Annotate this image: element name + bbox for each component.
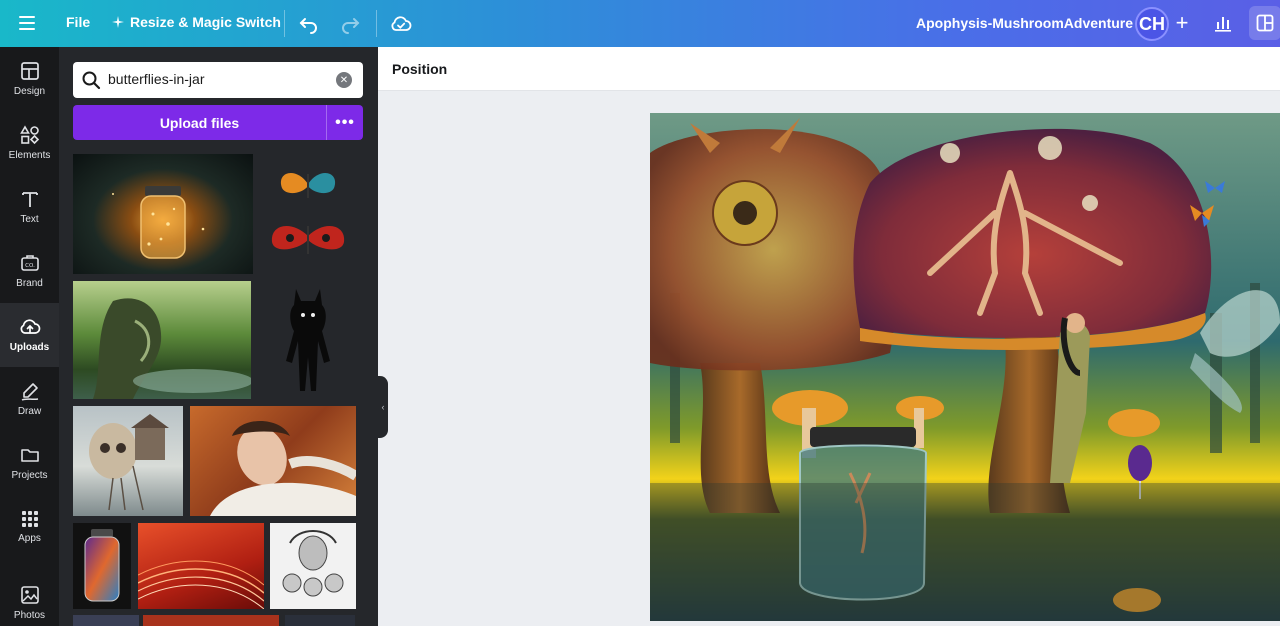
search-input[interactable] xyxy=(108,71,328,87)
magic-sparkle-icon xyxy=(112,16,124,28)
search-box[interactable]: ✕ xyxy=(73,62,363,98)
rail-label: Projects xyxy=(11,470,48,481)
mushroom-artwork xyxy=(650,113,1280,621)
rail-label: Design xyxy=(13,86,46,97)
clear-search-icon[interactable]: ✕ xyxy=(336,72,352,88)
rail-label: Brand xyxy=(16,278,43,289)
shapes-icon xyxy=(19,125,39,145)
design-title[interactable]: Apophysis-MushroomAdventure xyxy=(916,15,1133,31)
rail-item-elements[interactable]: Elements xyxy=(0,111,59,175)
rail-label: Elements xyxy=(8,150,51,161)
upload-thumb-tree-face[interactable] xyxy=(73,281,251,399)
rail-item-text[interactable]: Text xyxy=(0,175,59,239)
rail-item-apps[interactable]: Apps xyxy=(0,495,59,559)
top-bar: File Resize & Magic Switch Apophysis-Mus… xyxy=(0,0,1280,47)
upload-thumb-shadow-figure[interactable] xyxy=(266,281,350,399)
resize-magic-switch-button[interactable]: Resize & Magic Switch xyxy=(112,14,281,30)
insights-icon[interactable] xyxy=(1207,6,1239,40)
resize-label: Resize & Magic Switch xyxy=(130,14,281,30)
uploads-panel: ✕ Upload files ••• xyxy=(59,47,378,626)
image-icon xyxy=(20,586,39,604)
grid-icon xyxy=(21,511,38,527)
left-rail: Design Elements Text CO. Brand Uploads D… xyxy=(0,47,59,626)
menu-icon[interactable] xyxy=(14,11,40,35)
search-icon xyxy=(82,71,101,90)
upload-thumb-skull-house[interactable] xyxy=(73,406,183,516)
upload-thumb-partial[interactable] xyxy=(73,615,139,626)
brand-icon: CO. xyxy=(20,255,39,271)
rail-item-photos[interactable]: Photos xyxy=(0,571,59,626)
redo-icon[interactable] xyxy=(338,12,362,36)
rail-label: Draw xyxy=(17,406,42,417)
upload-files-button-group: Upload files ••• xyxy=(73,105,363,140)
pen-icon xyxy=(21,383,38,401)
toolbar-divider xyxy=(376,10,377,37)
upload-thumb-partial[interactable] xyxy=(285,615,355,626)
position-button[interactable]: Position xyxy=(392,61,447,77)
layout-icon xyxy=(20,62,39,80)
upload-thumb-woman-leaves[interactable] xyxy=(190,406,356,516)
upload-thumb-sketch-faces[interactable] xyxy=(270,523,356,609)
rail-item-design[interactable]: Design xyxy=(0,47,59,111)
panel-layout-icon[interactable] xyxy=(1249,6,1280,40)
rail-label: Uploads xyxy=(9,342,50,353)
rail-item-uploads[interactable]: Uploads xyxy=(0,303,59,367)
upload-thumb-glowing-jar[interactable] xyxy=(73,154,253,274)
folder-icon xyxy=(20,449,39,462)
collapse-panel-handle[interactable]: ‹ xyxy=(378,376,388,438)
rail-label: Apps xyxy=(18,533,41,544)
text-icon xyxy=(21,192,38,207)
avatar[interactable]: CH xyxy=(1135,7,1169,41)
cloud-upload-icon xyxy=(20,319,40,334)
design-canvas[interactable] xyxy=(650,113,1280,621)
rail-item-draw[interactable]: Draw xyxy=(0,367,59,431)
upload-thumb-galaxy-jar[interactable] xyxy=(73,523,131,609)
upload-thumb-partial[interactable] xyxy=(143,615,279,626)
rail-label: Text xyxy=(20,214,39,225)
rail-item-brand[interactable]: CO. Brand xyxy=(0,239,59,303)
toolbar-divider xyxy=(284,10,285,37)
upload-thumb-butterflies[interactable] xyxy=(266,154,350,274)
rail-item-projects[interactable]: Projects xyxy=(0,431,59,495)
upload-files-button[interactable]: Upload files xyxy=(73,105,327,140)
cloud-save-icon[interactable] xyxy=(389,12,413,36)
upload-thumb-red-swirl[interactable] xyxy=(138,523,264,609)
more-options-button[interactable]: ••• xyxy=(327,105,363,140)
file-menu-button[interactable]: File xyxy=(66,14,90,30)
context-toolbar: Position xyxy=(378,47,1280,91)
add-collaborator-icon[interactable]: + xyxy=(1172,12,1192,34)
svg-text:CO.: CO. xyxy=(25,263,35,269)
rail-label: Photos xyxy=(13,610,46,621)
undo-icon[interactable] xyxy=(297,12,321,36)
